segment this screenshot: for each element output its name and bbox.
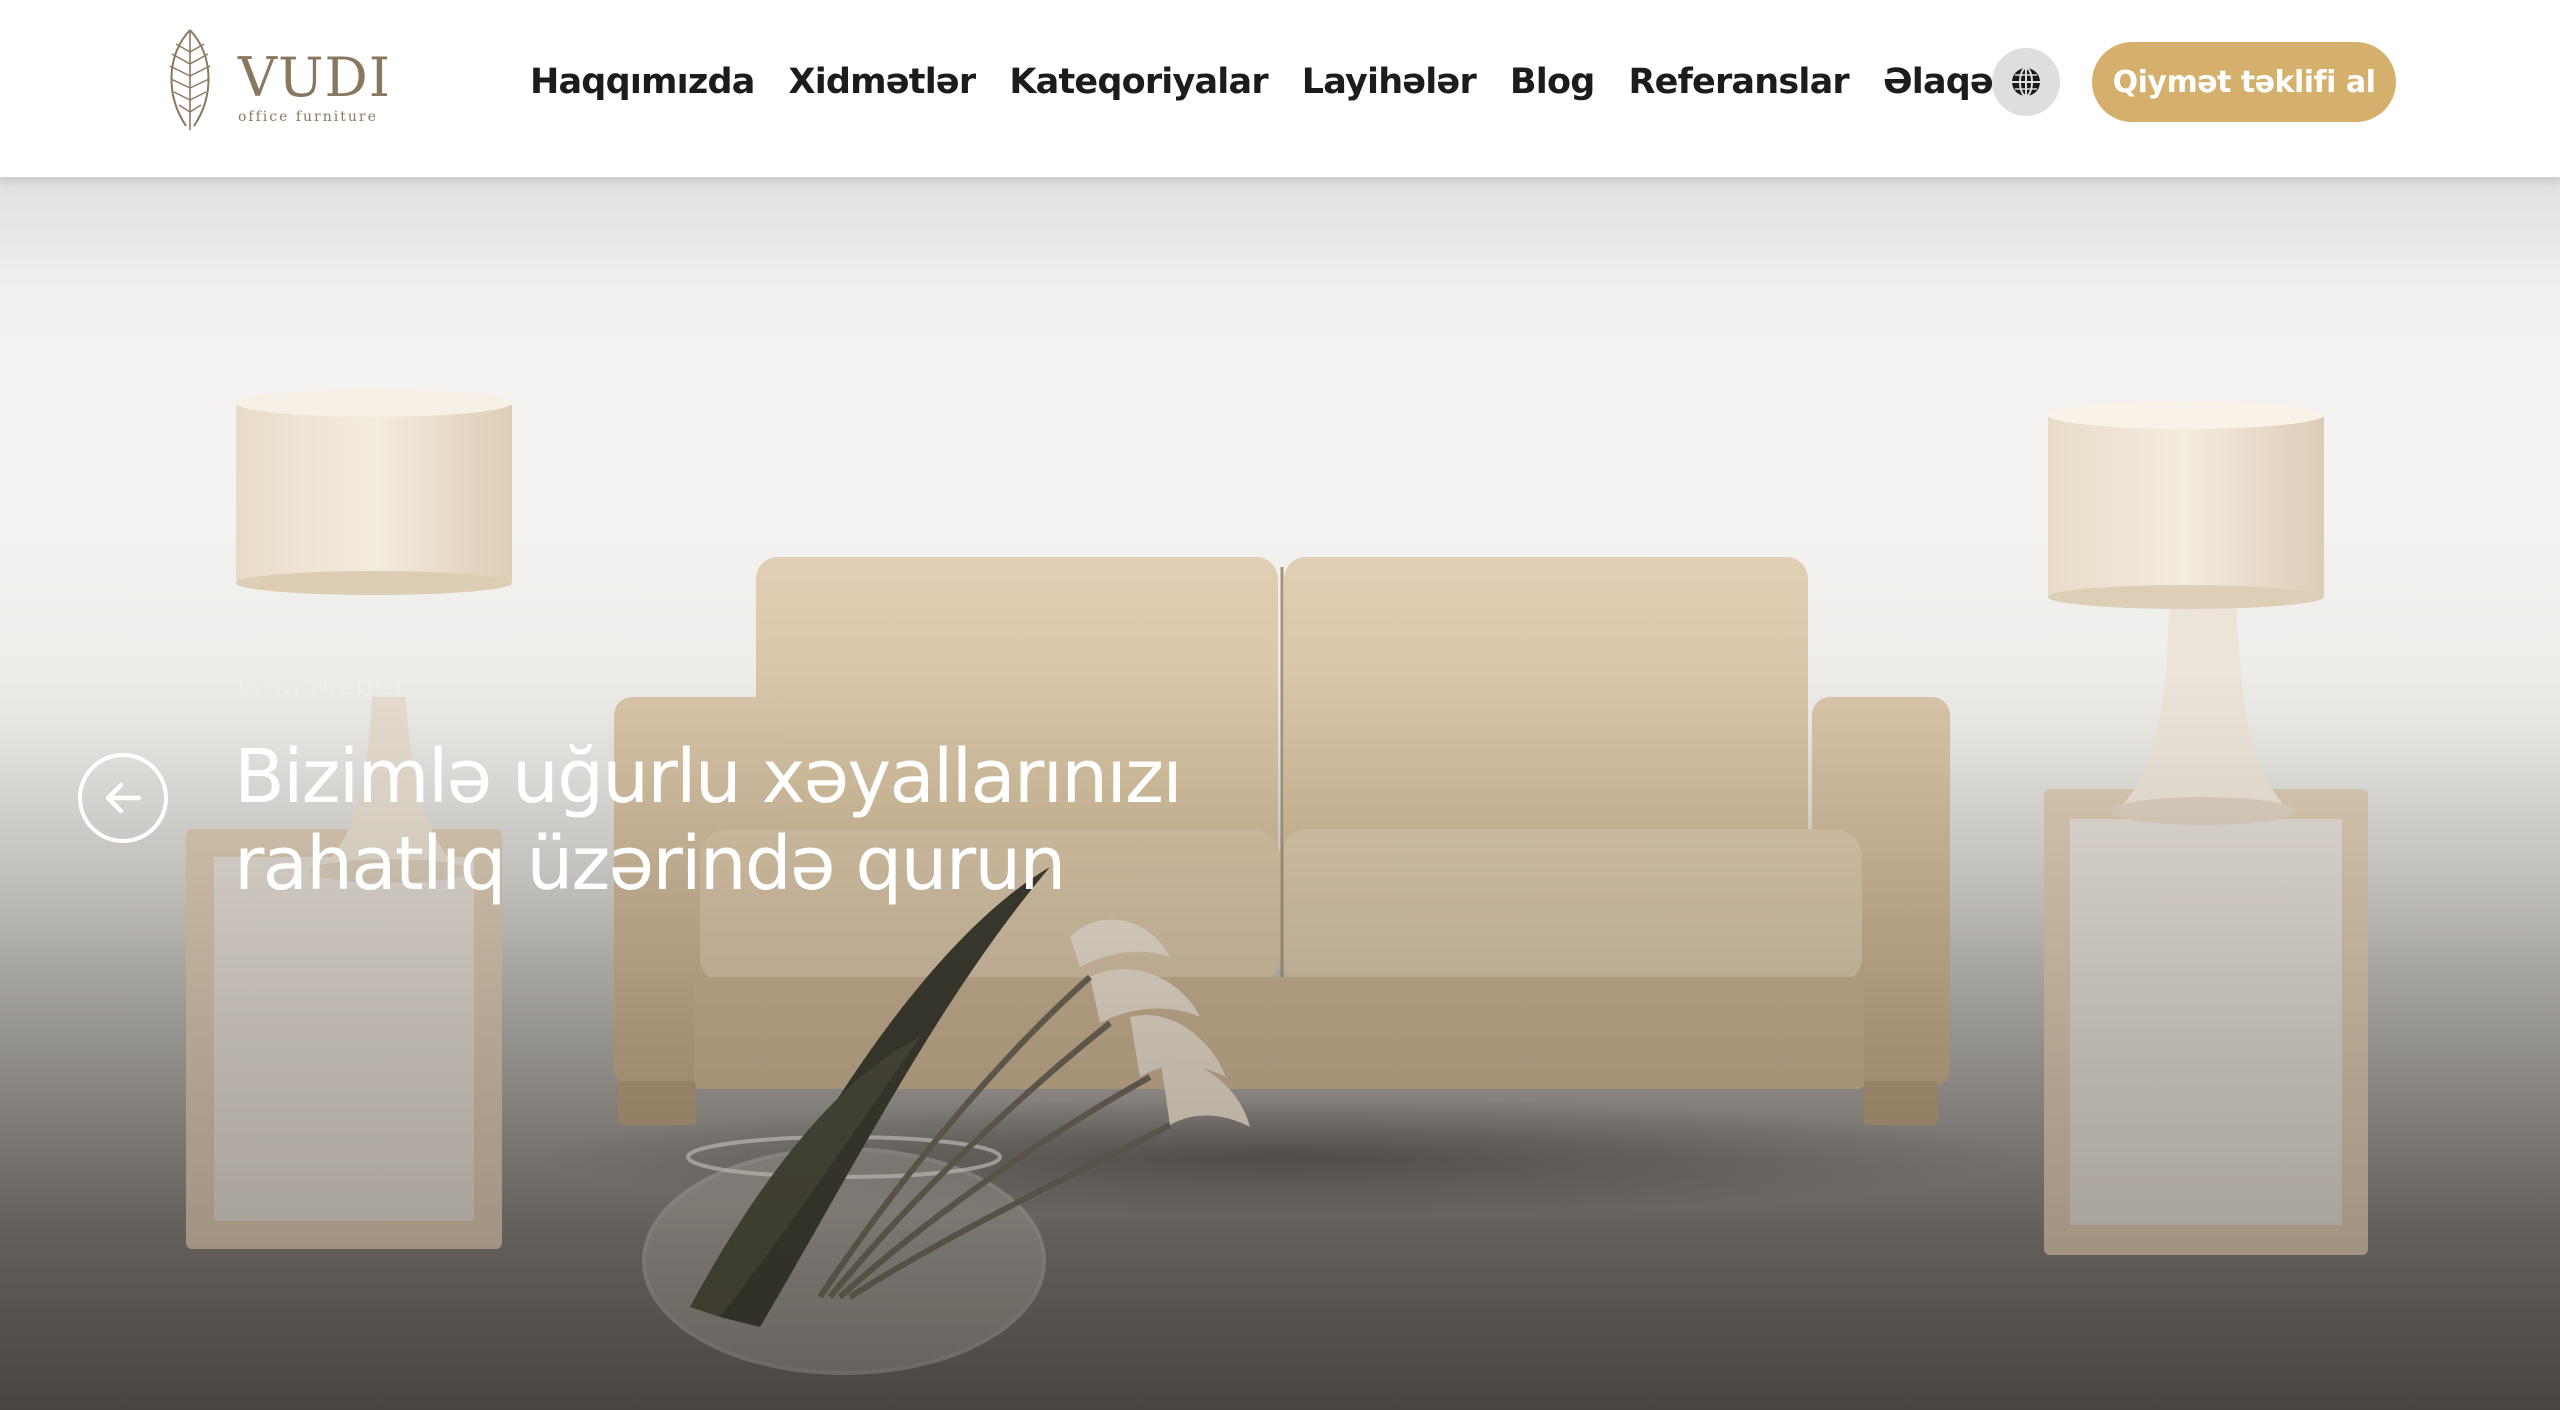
nav-item-blog[interactable]: Blog [1510, 62, 1595, 102]
leaf-logo-icon [169, 29, 211, 130]
hero-title: Bizimlə uğurlu xəyallarınızı rahatlıq üz… [234, 734, 1434, 908]
main-nav: Haqqımızda Xidmətlər Kateqoriyalar Layih… [530, 52, 1994, 112]
brand-logo[interactable]: VUDI office furniture [160, 22, 400, 132]
nav-item-about[interactable]: Haqqımızda [530, 62, 755, 102]
slider-prev-button[interactable] [78, 753, 168, 843]
hero-slider: Vudi Mebel Bizimlə uğurlu xəyallarınızı … [0, 177, 2560, 1410]
brand-tagline: office furniture [238, 109, 378, 125]
nav-item-projects[interactable]: Layihələr [1302, 62, 1477, 102]
hero-title-line-1: Bizimlə uğurlu xəyallarınızı [234, 734, 1183, 820]
globe-icon [2012, 67, 2040, 97]
brand-name: VUDI [238, 46, 392, 109]
hero-title-line-2: rahatlıq üzərində qurun [234, 821, 1066, 907]
get-quote-button[interactable]: Qiymət təklifi al [2092, 42, 2396, 122]
nav-item-contact[interactable]: Əlaqə [1883, 62, 1994, 102]
nav-item-categories[interactable]: Kateqoriyalar [1009, 62, 1268, 102]
arrow-left-icon [105, 782, 142, 814]
nav-item-services[interactable]: Xidmətlər [789, 62, 977, 102]
nav-item-references[interactable]: Referanslar [1628, 62, 1849, 102]
site-header: VUDI office furniture Haqqımızda Xidmətl… [0, 0, 2560, 177]
hero-eyebrow: Vudi Mebel [234, 667, 402, 703]
language-switcher-button[interactable] [1992, 48, 2060, 116]
